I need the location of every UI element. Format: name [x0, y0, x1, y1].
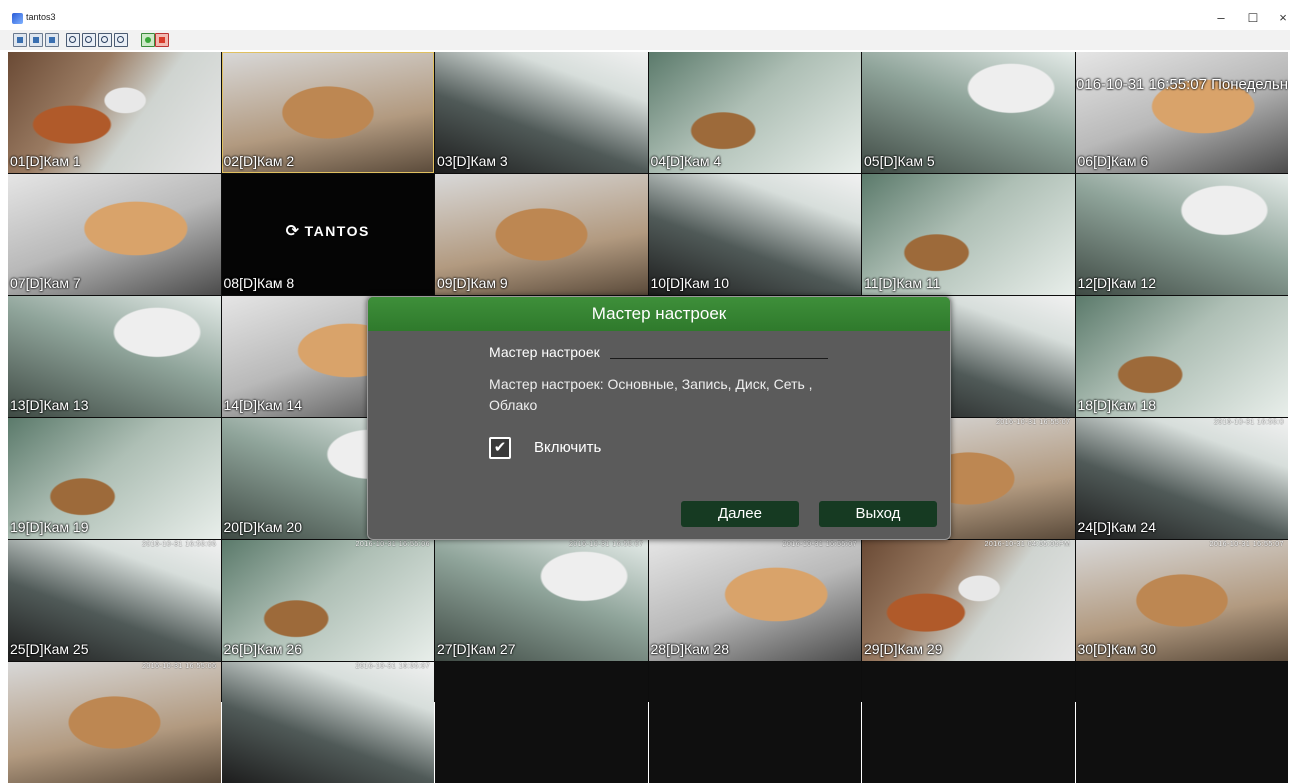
maximize-button[interactable]: ☐ [1238, 9, 1268, 27]
camera-label: 09[D]Кам 9 [437, 275, 508, 291]
next-button[interactable]: Далее [681, 501, 799, 527]
camera-tile[interactable]: 2016-10-31 16:55:07 30[D]Кам 30 [1075, 540, 1288, 661]
window-title: tantos3 [26, 12, 56, 22]
check-icon: ✔ [493, 439, 507, 456]
zoom-out-icon[interactable] [98, 33, 112, 47]
dialog-heading: Мастер настроек [489, 344, 600, 360]
camera-tile[interactable]: 09[D]Кам 9 [435, 174, 648, 295]
camera-timestamp: 2016-10-31 16:55:06 [142, 663, 217, 670]
camera-label: 26[D]Кам 26 [223, 641, 303, 657]
dialog-description: Мастер настроек: Основные, Запись, Диск,… [489, 376, 813, 413]
camera-label: 05[D]Кам 5 [864, 153, 935, 169]
camera-tile[interactable]: 12[D]Кам 12 [1075, 174, 1288, 295]
camera-label: 10[D]Кам 10 [650, 275, 730, 291]
camera-tile[interactable]: 07[D]Кам 7 [8, 174, 221, 295]
camera-timestamp: 2016-10-31 16:55:07 [355, 663, 430, 670]
minimize-button[interactable]: – [1206, 9, 1236, 27]
camera-tile[interactable]: 01[D]Кам 1 [8, 52, 221, 173]
zoom-icon[interactable] [66, 33, 80, 47]
tantos-logo-text: TANTOS [304, 222, 370, 239]
camera-label: 25[D]Кам 25 [10, 641, 89, 657]
camera-label: 02[D]Кам 2 [223, 153, 295, 169]
camera-tile[interactable]: 11[D]Кам 11 [862, 174, 1075, 295]
camera-tile[interactable]: 2016-10-31 16:55:0 24[D]Кам 24 [1075, 418, 1288, 539]
camera-label: 27[D]Кам 27 [437, 641, 516, 657]
camera-timestamp: 2016-10-31 16:55:07 [1209, 541, 1284, 548]
zoom-fit-icon[interactable] [114, 33, 128, 47]
camera-label: 12[D]Кам 12 [1077, 275, 1157, 291]
camera-label: 13[D]Кам 13 [10, 397, 89, 413]
close-button[interactable]: × [1268, 9, 1290, 27]
camera-tile[interactable]: 2016-10-31 16:55:07 [221, 662, 434, 783]
camera-tile[interactable]: 2016-10-31 16:55:07 Понедельн 06[D]Кам 6 [1075, 52, 1289, 173]
camera-tile[interactable]: 2016-10-31 16:55:05 25[D]Кам 25 [8, 540, 221, 661]
camera-timestamp: 2016-10-31 16:55:07 [782, 541, 857, 548]
heading-divider [610, 358, 828, 359]
zoom-in-icon[interactable] [82, 33, 96, 47]
camera-tile[interactable] [862, 662, 1075, 783]
stop-icon[interactable] [155, 33, 169, 47]
camera-tile[interactable]: 02[D]Кам 2 [221, 52, 434, 173]
camera-timestamp: 2016-10-31 16:55:06 [355, 541, 430, 548]
camera-tile[interactable]: 13[D]Кам 13 [8, 296, 221, 417]
tantos-logo: ⟳ TANTOS [286, 221, 370, 241]
camera-label: 18[D]Кам 18 [1077, 397, 1157, 413]
camera-timestamp: 2016-10-31 16:55:0 [1213, 419, 1284, 426]
camera-label: 01[D]Кам 1 [10, 153, 81, 169]
camera-label: 19[D]Кам 19 [10, 519, 89, 535]
single-view-icon[interactable] [13, 33, 27, 47]
camera-tile[interactable]: 2016-10-31 04:55:05PM 29[D]Кам 29 [862, 540, 1075, 661]
dialog-title: Мастер настроек [368, 297, 950, 331]
camera-tile[interactable]: 2016-10-31 16:55:07 27[D]Кам 27 [435, 540, 648, 661]
camera-label: 03[D]Кам 3 [437, 153, 508, 169]
camera-tile[interactable]: 18[D]Кам 18 [1075, 296, 1288, 417]
camera-tile[interactable]: 10[D]Кам 10 [648, 174, 861, 295]
camera-tile[interactable] [1075, 662, 1288, 783]
enable-checkbox-label: Включить [534, 439, 602, 456]
camera-label: 04[D]Кам 4 [650, 153, 722, 169]
camera-timestamp: 2016-10-31 16:55:05 [142, 541, 217, 548]
camera-tile[interactable]: 2016-10-31 16:55:07 28[D]Кам 28 [648, 540, 861, 661]
camera-label: 30[D]Кам 30 [1077, 641, 1157, 657]
quad-view-icon[interactable] [29, 33, 43, 47]
camera-label: 11[D]Кам 11 [864, 275, 941, 291]
camera-label: 06[D]Кам 6 [1077, 153, 1149, 169]
camera-label: 28[D]Кам 28 [650, 641, 730, 657]
camera-label: 20[D]Кам 20 [223, 519, 303, 535]
camera-tile[interactable]: 2016-10-31 16:55:06 26[D]Кам 26 [221, 540, 434, 661]
window-titlebar: tantos3 – ☐ × [0, 0, 1290, 30]
camera-tile[interactable] [435, 662, 648, 783]
camera-tile[interactable]: 03[D]Кам 3 [435, 52, 648, 173]
toolbar [0, 30, 1290, 50]
grid-view-icon[interactable] [45, 33, 59, 47]
camera-tile[interactable]: 19[D]Кам 19 [8, 418, 221, 539]
camera-timestamp: 2016-10-31 16:55:07 [996, 419, 1071, 426]
camera-tile[interactable] [648, 662, 861, 783]
camera-tile[interactable]: 05[D]Кам 5 [862, 52, 1075, 173]
camera-label: 08[D]Кам 8 [223, 275, 295, 291]
exit-button[interactable]: Выход [819, 501, 937, 527]
setup-wizard-dialog: Мастер настроек Мастер настроек Мастер н… [367, 296, 951, 540]
overlay-datetime: 2016-10-31 16:55:07 Понедельн [1075, 76, 1289, 93]
refresh-icon[interactable] [141, 33, 155, 47]
tantos-logo-icon: ⟳ [285, 222, 301, 240]
camera-timestamp: 2016-10-31 16:55:07 [569, 541, 644, 548]
camera-label: 29[D]Кам 29 [864, 641, 943, 657]
camera-label: 14[D]Кам 14 [223, 397, 303, 413]
camera-label: 07[D]Кам 7 [10, 275, 81, 291]
camera-tile[interactable]: ⟳ TANTOS 08[D]Кам 8 [221, 174, 434, 295]
camera-tile[interactable]: 2016-10-31 16:55:06 [8, 662, 221, 783]
enable-checkbox[interactable]: ✔ [489, 437, 511, 459]
camera-tile[interactable]: 04[D]Кам 4 [648, 52, 861, 173]
app-icon [12, 13, 23, 24]
camera-timestamp: 2016-10-31 04:55:05PM [984, 541, 1071, 548]
camera-label: 24[D]Кам 24 [1077, 519, 1157, 535]
